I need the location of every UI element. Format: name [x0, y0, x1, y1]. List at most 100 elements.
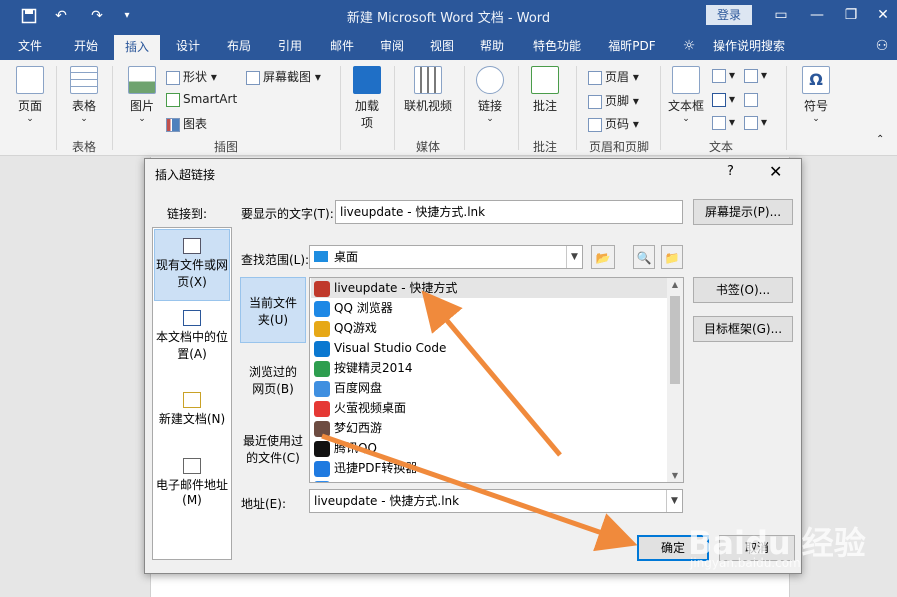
undo-icon[interactable]: ↶ — [50, 6, 72, 26]
footer-button[interactable]: 页脚 ▾ — [588, 92, 639, 109]
restore-icon[interactable]: ❐ — [840, 4, 862, 26]
symbol-button[interactable]: Ω 符号 ⌄ — [796, 66, 836, 124]
tab-help[interactable]: 帮助 — [470, 32, 514, 60]
tab-review[interactable]: 审阅 — [370, 32, 414, 60]
share-user-icon[interactable]: ⚇ — [870, 32, 894, 60]
tell-me-search[interactable]: 操作说明搜索 — [704, 32, 794, 60]
browse-web-icon[interactable]: 🔍 — [633, 245, 655, 269]
scroll-up-icon[interactable]: ▲ — [667, 280, 683, 289]
file-name: QQ游戏 — [334, 321, 377, 335]
list-item[interactable]: QQ游戏 — [314, 318, 377, 338]
link-button[interactable]: 链接 ⌄ — [470, 66, 510, 124]
list-item[interactable]: Visual Studio Code — [314, 338, 446, 358]
file-name: 迅雷 — [334, 481, 358, 482]
list-item[interactable]: 迅雷 — [314, 478, 358, 482]
page-number-button[interactable]: 页码 ▾ — [588, 115, 639, 132]
list-item[interactable]: 按键精灵2014 — [314, 358, 413, 378]
chevron-down-icon: ⌄ — [80, 114, 88, 124]
tab-view[interactable]: 视图 — [420, 32, 464, 60]
liveupdate-icon — [314, 280, 330, 297]
file-name: 百度网盘 — [334, 381, 383, 395]
list-item[interactable]: 火萤视频桌面 — [314, 398, 406, 418]
comment-button[interactable]: 批注 — [524, 66, 566, 114]
list-item[interactable]: 梦幻西游 — [314, 418, 382, 438]
browsed-pages-button[interactable]: 浏览过的 网页(B) — [240, 363, 306, 407]
login-button[interactable]: 登录 — [706, 5, 752, 25]
file-list[interactable]: liveupdate - 快捷方式 QQ 浏览器 QQ游戏 Visual Stu… — [309, 277, 684, 483]
minimize-icon[interactable]: — — [806, 4, 828, 26]
customize-icon[interactable]: ▾ — [116, 6, 138, 26]
recent-files-button[interactable]: 最近使用过 的文件(C) — [240, 432, 306, 476]
link-to-new-document[interactable]: 新建文档(N) — [154, 392, 230, 436]
display-text-input[interactable]: liveupdate - 快捷方式.lnk — [335, 200, 683, 224]
online-video-button[interactable]: 联机视频 — [400, 66, 456, 114]
object-glyph — [744, 115, 758, 130]
smartart-icon — [166, 92, 180, 107]
scrollbar-thumb[interactable] — [670, 296, 680, 384]
scroll-down-icon[interactable]: ▼ — [667, 471, 683, 480]
look-in-dropdown[interactable]: 桌面 ▼ — [309, 245, 583, 269]
collapse-ribbon-icon[interactable]: ⌃ — [876, 134, 884, 145]
bookmark-button[interactable]: 书签(O)... — [693, 277, 793, 303]
current-folder-button[interactable]: 当前文件 夹(U) — [240, 277, 306, 343]
table-button[interactable]: 表格 ⌄ — [64, 66, 104, 124]
dropcap-icon[interactable]: ▾ — [712, 115, 735, 130]
side-button-label: 浏览过的 — [248, 365, 297, 379]
shapes-button[interactable]: 形状 ▾ — [166, 68, 217, 85]
date-time-icon[interactable] — [744, 92, 761, 107]
tab-references[interactable]: 引用 — [268, 32, 312, 60]
file-list-scrollbar[interactable]: ▲ ▼ — [667, 278, 683, 482]
help-button[interactable]: ? — [727, 164, 734, 179]
tab-design[interactable]: 设计 — [166, 32, 210, 60]
chevron-down-icon: ⌄ — [486, 114, 494, 124]
tab-file[interactable]: 文件 — [8, 32, 52, 60]
link-to-existing-file[interactable]: 现有文件或网 页(X) — [154, 229, 230, 301]
redo-icon[interactable]: ↷ — [86, 6, 108, 26]
address-input[interactable]: liveupdate - 快捷方式.lnk ▼ — [309, 489, 683, 513]
tab-insert[interactable]: 插入 — [114, 35, 160, 60]
group-separator — [518, 66, 519, 150]
chart-button[interactable]: 图表 — [166, 115, 207, 132]
close-icon[interactable]: ✕ — [769, 162, 782, 181]
browse-file-icon[interactable]: 📁 — [661, 245, 683, 269]
tab-mailings[interactable]: 邮件 — [320, 32, 364, 60]
smartart-button[interactable]: SmartArt — [166, 92, 237, 107]
link-to-email-address[interactable]: 电子邮件地址 (M) — [154, 458, 230, 518]
file-name: liveupdate - 快捷方式 — [334, 281, 458, 295]
addins-button[interactable]: 加载 项 — [348, 66, 386, 131]
wordart-icon[interactable]: ▾ — [712, 92, 735, 107]
ribbon-options-icon[interactable]: ▭ — [770, 4, 792, 26]
screenshot-button[interactable]: 屏幕截图 ▾ — [246, 68, 321, 85]
pages-button[interactable]: 页面 ⌄ — [10, 66, 50, 124]
list-item[interactable]: liveupdate - 快捷方式 — [311, 278, 667, 298]
picture-button[interactable]: 图片 ⌄ — [122, 66, 162, 124]
tab-layout[interactable]: 布局 — [216, 32, 262, 60]
tencent-qq-icon — [314, 440, 330, 457]
footer-label: 页脚 — [605, 94, 630, 108]
header-button[interactable]: 页眉 ▾ — [588, 68, 639, 85]
tab-foxit-pdf[interactable]: 福昕PDF — [600, 32, 664, 60]
header-label: 页眉 — [605, 70, 630, 84]
tab-featured[interactable]: 特色功能 — [524, 32, 590, 60]
pages-button-label: 页面 — [17, 99, 42, 113]
list-item[interactable]: QQ 浏览器 — [314, 298, 393, 318]
link-to-place-in-document[interactable]: 本文档中的位 置(A) — [154, 310, 230, 370]
link-to-item-label: 新建文档(N) — [158, 412, 226, 426]
list-item[interactable]: 百度网盘 — [314, 378, 382, 398]
game-icon — [314, 420, 330, 437]
textbox-button[interactable]: 文本框 ⌄ — [664, 66, 708, 124]
save-icon[interactable] — [18, 6, 40, 26]
group-separator — [576, 66, 577, 150]
list-item[interactable]: 腾讯QQ — [314, 438, 377, 458]
side-button-label: 当前文件 — [248, 296, 297, 310]
screentip-button[interactable]: 屏幕提示(P)... — [693, 199, 793, 225]
tab-home[interactable]: 开始 — [62, 32, 110, 60]
up-folder-icon[interactable]: 📂 — [591, 245, 615, 269]
target-frame-button[interactable]: 目标框架(G)... — [693, 316, 793, 342]
signature-line-icon[interactable]: ▾ — [744, 68, 767, 83]
object-icon[interactable]: ▾ — [744, 115, 767, 130]
quick-parts-icon[interactable]: ▾ — [712, 68, 735, 83]
list-item[interactable]: 迅捷PDF转换器 — [314, 458, 417, 478]
address-value: liveupdate - 快捷方式.lnk — [314, 494, 460, 508]
close-window-icon[interactable]: ✕ — [872, 4, 894, 26]
